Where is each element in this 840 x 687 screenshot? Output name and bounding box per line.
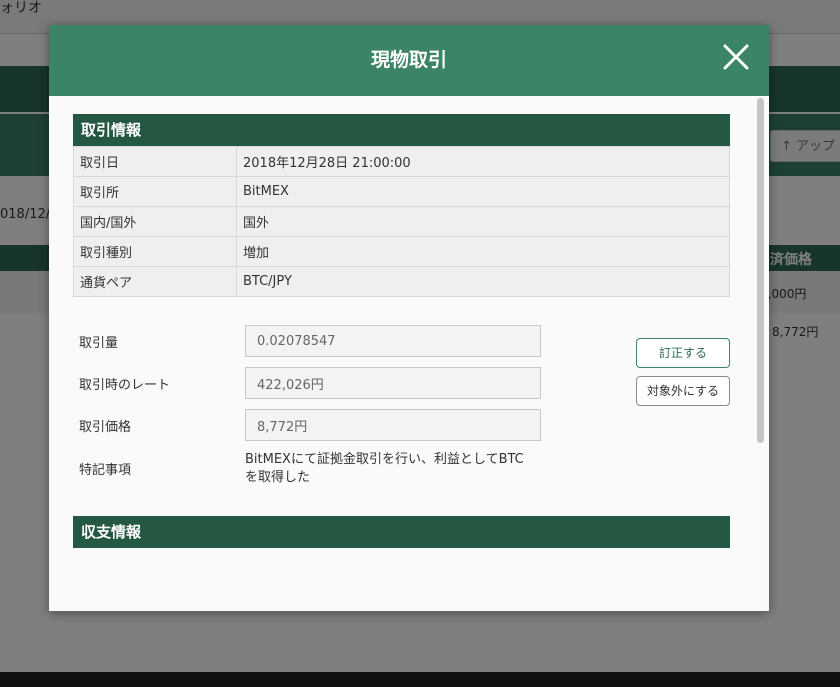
- trade-info-label: 取引種別: [73, 236, 237, 267]
- trade-info-label: 取引所: [73, 176, 237, 207]
- modal-header: 現物取引: [49, 25, 769, 96]
- trade-info-row: 通貨ペア BTC/JPY: [73, 266, 730, 297]
- trade-info-row: 取引所 BitMEX: [73, 176, 730, 207]
- trade-info-label: 取引日: [73, 146, 237, 177]
- close-icon[interactable]: [720, 41, 752, 73]
- trade-info-value: 増加: [236, 236, 730, 267]
- amount-label: 取引量: [79, 336, 119, 351]
- rate-label: 取引時のレート: [79, 378, 171, 393]
- rate-field[interactable]: [245, 367, 541, 399]
- trade-info-label: 通貨ペア: [73, 266, 237, 297]
- trade-info-label: 国内/国外: [73, 206, 237, 237]
- trade-info-row: 国内/国外 国外: [73, 206, 730, 237]
- exclude-button[interactable]: 対象外にする: [636, 376, 730, 406]
- price-label: 取引価格: [79, 420, 132, 435]
- correct-button[interactable]: 訂正する: [636, 338, 730, 368]
- trade-info-value: 国外: [236, 206, 730, 237]
- trade-info-row: 取引種別 増加: [73, 236, 730, 267]
- amount-field[interactable]: [245, 325, 541, 357]
- note-text: BitMEXにて証拠金取引を行い、利益としてBTCを取得した: [245, 452, 524, 485]
- trade-info-value: BitMEX: [236, 176, 730, 207]
- trade-info-row: 取引日 2018年12月28日 21:00:00: [73, 146, 730, 177]
- note-label: 特記事項: [79, 463, 132, 478]
- trade-info-value: 2018年12月28日 21:00:00: [236, 146, 730, 177]
- modal-title: 現物取引: [370, 49, 447, 71]
- modal-scrollbar[interactable]: [757, 98, 764, 443]
- trade-info-value: BTC/JPY: [236, 266, 730, 297]
- trade-info-header: 取引情報: [73, 114, 730, 146]
- modal-body[interactable]: 取引情報 取引日 2018年12月28日 21:00:00 取引所 BitMEX 国内/…: [49, 96, 769, 556]
- balance-info-header: 収支情報: [73, 516, 730, 548]
- trade-info-table: 取引日 2018年12月28日 21:00:00 取引所 BitMEX 国内/国外 国外取…: [73, 146, 730, 297]
- price-field[interactable]: [245, 409, 541, 441]
- spot-trade-modal: 現物取引 取引情報 取引日 2018年12月28日 21:00:00 取引所 BitM…: [49, 25, 769, 611]
